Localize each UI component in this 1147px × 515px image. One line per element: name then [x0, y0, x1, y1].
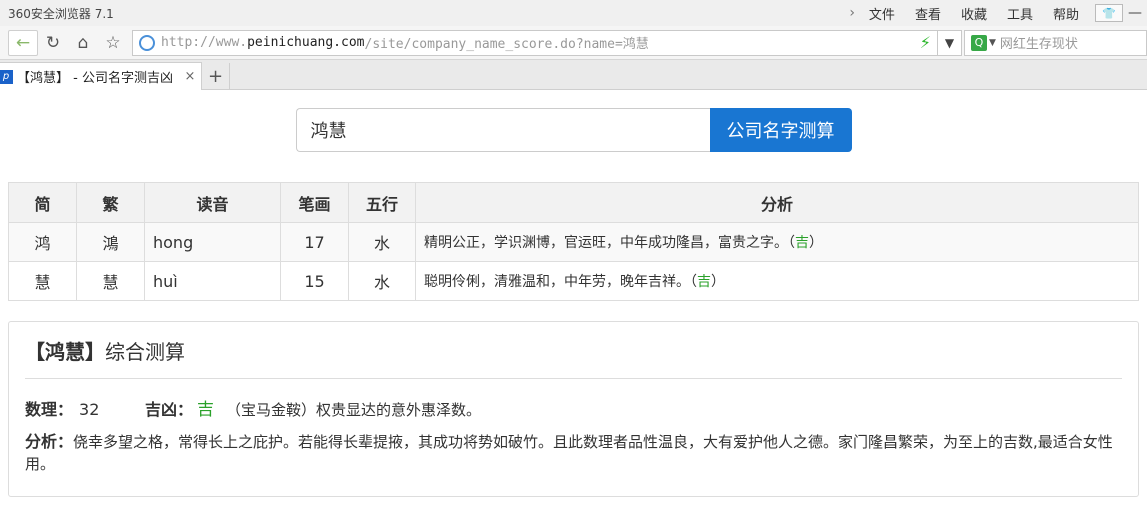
tab-title: 【鸿慧】 - 公司名字测吉凶: [17, 71, 173, 86]
calculate-button[interactable]: 公司名字测算: [709, 108, 852, 152]
analysis-detail: 侥幸多望之格，常得长上之庇护。若能得长辈提掖，其成功将势如破竹。且此数理者品性温…: [25, 433, 1113, 473]
menu-favorites[interactable]: 收藏: [951, 4, 997, 23]
menu-tools[interactable]: 工具: [997, 4, 1043, 23]
minimize-icon[interactable]: —: [1123, 5, 1147, 21]
luck-badge: 吉: [795, 235, 809, 251]
summary-title: 【鸿慧】综合测算: [25, 322, 1122, 379]
engine-caret-icon[interactable]: ▼: [989, 38, 996, 48]
browser-toolbar: ← ↻ ⌂ ☆ http://www. peinichuang.com /sit…: [0, 26, 1147, 60]
analysis-label: 分析：: [25, 432, 74, 451]
cell-strokes: 15: [280, 261, 349, 301]
col-strokes: 笔画: [280, 182, 349, 223]
name-search-input[interactable]: [295, 108, 710, 152]
browser-menu: › 文件 查看 收藏 工具 帮助 👕 —: [845, 0, 1147, 26]
cell-traditional: 鴻: [76, 222, 145, 262]
summary-title-name: 【鸿慧】: [25, 340, 105, 364]
cell-pinyin: hong: [144, 222, 281, 262]
name-search-form: 公司名字测算: [8, 108, 1139, 152]
summary-body: 数理： 32 吉凶： 吉 （宝马金鞍）权贵显达的意外惠泽数。 分析：侥幸多望之格…: [25, 379, 1122, 475]
luck-badge: 吉: [697, 274, 711, 290]
tab-active[interactable]: p 【鸿慧】 - 公司名字测吉凶 ×: [0, 62, 202, 90]
luck-description: （宝马金鞍）权贵显达的意外惠泽数。: [226, 401, 482, 419]
number-value: 32: [79, 400, 100, 419]
col-simplified: 简: [8, 182, 77, 223]
table-row: 慧 慧 huì 15 水 聪明伶俐，清雅温和，中年劳，晚年吉祥。（吉）: [8, 261, 1139, 301]
site-favicon-icon: p: [0, 69, 13, 84]
cell-pinyin: huì: [144, 261, 281, 301]
number-label: 数理：: [25, 400, 74, 419]
table-header-row: 简 繁 读音 笔画 五行 分析: [8, 182, 1139, 223]
summary-panel: 【鸿慧】综合测算 数理： 32 吉凶： 吉 （宝马金鞍）权贵显达的意外惠泽数。 …: [8, 321, 1139, 497]
skin-icon[interactable]: 👕: [1095, 4, 1123, 22]
cell-element: 水: [348, 222, 416, 262]
summary-analysis-row: 分析：侥幸多望之格，常得长上之庇护。若能得长辈提掖，其成功将势如破竹。且此数理者…: [25, 431, 1122, 475]
search-placeholder: 网红生存现状: [999, 37, 1078, 52]
cell-simplified: 慧: [8, 261, 77, 301]
chevron-down-icon[interactable]: ▼: [938, 29, 962, 56]
cell-element: 水: [348, 261, 416, 301]
back-icon[interactable]: ←: [8, 29, 38, 56]
refresh-icon[interactable]: ↻: [38, 30, 68, 56]
table-row: 鸿 鴻 hong 17 水 精明公正，学识渊博，官运旺，中年成功隆昌，富贵之字。…: [8, 222, 1139, 262]
col-traditional: 繁: [76, 182, 145, 223]
new-tab-icon[interactable]: +: [202, 63, 230, 89]
page-content: 公司名字测算 简 繁 读音 笔画 五行 分析 鸿 鴻 hong 17 水: [0, 108, 1147, 497]
search-engine-icon[interactable]: Q: [971, 34, 987, 51]
address-bar[interactable]: http://www. peinichuang.com /site/compan…: [132, 29, 938, 56]
col-analysis: 分析: [415, 182, 1139, 223]
cell-strokes: 17: [280, 222, 349, 262]
col-pinyin: 读音: [144, 182, 281, 223]
cell-traditional: 慧: [76, 261, 145, 301]
menu-help[interactable]: 帮助: [1043, 4, 1089, 23]
app-title: 360安全浏览器 7.1: [8, 6, 114, 21]
luck-label: 吉凶：: [145, 400, 194, 419]
cell-analysis: 精明公正，学识渊博，官运旺，中年成功隆昌，富贵之字。（吉）: [415, 222, 1139, 262]
menu-file[interactable]: 文件: [859, 4, 905, 23]
summary-title-rest: 综合测算: [105, 340, 185, 364]
lightning-icon[interactable]: ⚡: [914, 33, 937, 52]
analysis-end: ）: [711, 274, 725, 290]
url-path: /site/company_name_score.do?name=鸿慧: [364, 37, 649, 52]
home-icon[interactable]: ⌂: [68, 30, 98, 56]
menu-view[interactable]: 查看: [905, 4, 951, 23]
url-host: peinichuang.com: [247, 35, 365, 50]
luck-value: 吉: [197, 400, 215, 420]
summary-number-row: 数理： 32 吉凶： 吉 （宝马金鞍）权贵显达的意外惠泽数。: [25, 399, 1122, 421]
character-table: 简 繁 读音 笔画 五行 分析 鸿 鴻 hong 17 水 精明公正，学识渊博，…: [8, 182, 1139, 301]
close-icon[interactable]: ×: [179, 69, 201, 84]
analysis-text: 精明公正，学识渊博，官运旺，中年成功隆昌，富贵之字。（: [424, 235, 795, 251]
url-prefix: http://www.: [161, 35, 248, 50]
analysis-end: ）: [809, 235, 823, 251]
chevron-right-icon[interactable]: ›: [845, 5, 859, 21]
col-element: 五行: [348, 182, 416, 223]
cell-analysis: 聪明伶俐，清雅温和，中年劳，晚年吉祥。（吉）: [415, 261, 1139, 301]
cell-simplified: 鸿: [8, 222, 77, 262]
analysis-text: 聪明伶俐，清雅温和，中年劳，晚年吉祥。（: [424, 274, 697, 290]
tab-strip: p 【鸿慧】 - 公司名字测吉凶 × +: [0, 60, 1147, 90]
star-icon[interactable]: ☆: [98, 30, 128, 56]
browser-titlebar: 360安全浏览器 7.1 › 文件 查看 收藏 工具 帮助 👕 —: [0, 0, 1147, 26]
globe-icon: [139, 34, 155, 51]
browser-search-box[interactable]: Q ▼ 网红生存现状: [964, 29, 1147, 56]
